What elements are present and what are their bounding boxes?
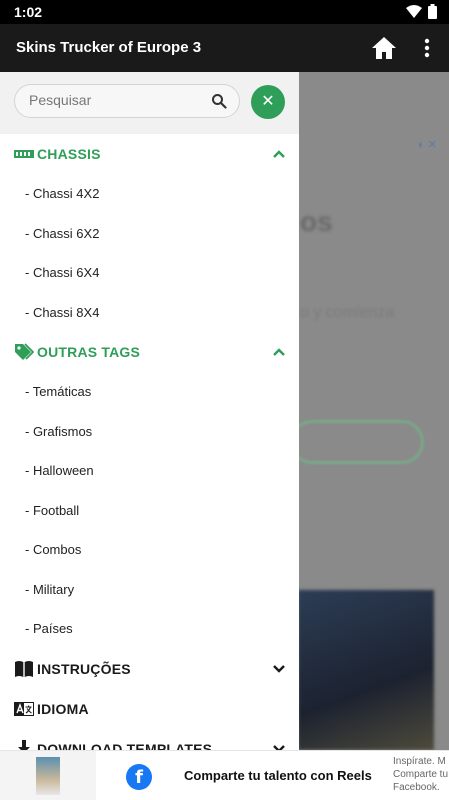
background-image bbox=[298, 590, 434, 750]
search-input[interactable] bbox=[29, 92, 199, 108]
menu-item-label: - Temáticas bbox=[25, 384, 92, 399]
app-title: Skins Trucker of Europe 3 bbox=[16, 39, 202, 56]
menu-item-label: - Chassi 4X2 bbox=[25, 186, 100, 201]
menu-item-label: - Chassi 6X4 bbox=[25, 265, 100, 280]
drawer-header: ✕ bbox=[0, 72, 299, 134]
ad-choices-icon: ◐ ✕ bbox=[418, 139, 437, 151]
menu-item-label: - Combos bbox=[25, 542, 82, 557]
menu-item-paises[interactable]: - Países bbox=[0, 609, 299, 649]
download-icon bbox=[18, 739, 30, 750]
facebook-icon: f bbox=[126, 764, 152, 790]
ad-side-line: Inspírate. M bbox=[393, 756, 446, 767]
section-instrucoes-label: INSTRUÇÕES bbox=[37, 660, 131, 677]
search-icon[interactable] bbox=[211, 93, 227, 109]
section-instrucoes[interactable]: INSTRUÇÕES bbox=[0, 649, 299, 689]
section-chassis[interactable]: CHASSIS bbox=[0, 134, 299, 174]
chevron-up-icon[interactable] bbox=[272, 346, 286, 358]
menu-item-label: - Military bbox=[25, 581, 75, 597]
wifi-icon bbox=[406, 4, 422, 18]
menu-item-grafismos[interactable]: - Grafismos bbox=[0, 412, 299, 452]
menu-item-football[interactable]: - Football bbox=[0, 491, 299, 531]
ad-thumbnail-image bbox=[36, 757, 60, 795]
tags-icon bbox=[15, 343, 34, 360]
battery-icon bbox=[428, 4, 437, 19]
menu-item-label: - Chassi 8X4 bbox=[25, 304, 100, 320]
app-bar: Skins Trucker of Europe 3 bbox=[0, 24, 449, 72]
status-bar: 1:02 bbox=[0, 0, 449, 24]
home-icon[interactable] bbox=[370, 34, 398, 62]
menu-item-label: - Chassi 6X2 bbox=[25, 225, 100, 241]
section-download-templates[interactable]: DOWNLOAD TEMPLATES bbox=[0, 729, 299, 751]
ad-headline: Comparte tu talento con Reels bbox=[184, 768, 372, 783]
ad-side-line: Comparte tu bbox=[393, 769, 449, 780]
menu-item-combos[interactable]: - Combos bbox=[0, 530, 299, 570]
search-box bbox=[14, 84, 240, 118]
section-chassis-label: CHASSIS bbox=[37, 146, 101, 162]
close-drawer-button[interactable]: ✕ bbox=[251, 85, 285, 119]
status-icons bbox=[406, 4, 437, 19]
menu-item-halloween[interactable]: - Halloween bbox=[0, 451, 299, 491]
menu-item-label: - Football bbox=[25, 502, 80, 518]
chevron-down-icon[interactable] bbox=[272, 743, 286, 751]
menu-item-chassi-8x4[interactable]: - Chassi 8X4 bbox=[0, 293, 299, 333]
menu-item-military[interactable]: - Military bbox=[0, 570, 299, 610]
menu-item-chassi-6x4[interactable]: - Chassi 6X4 bbox=[0, 253, 299, 293]
menu-item-chassi-4x2[interactable]: - Chassi 4X2 bbox=[0, 174, 299, 214]
section-idioma[interactable]: IDIOMA bbox=[0, 689, 299, 729]
ad-side-line: Facebook. bbox=[393, 782, 440, 793]
ad-banner[interactable]: f Comparte tu talento con Reels Inspírat… bbox=[0, 750, 449, 800]
chevron-up-icon[interactable] bbox=[272, 148, 286, 160]
background-heading: os bbox=[300, 206, 333, 237]
menu-item-label: - Grafismos bbox=[25, 423, 93, 439]
chevron-down-icon[interactable] bbox=[272, 663, 286, 675]
section-outras-tags-label: OUTRAS TAGS bbox=[37, 344, 141, 360]
navigation-drawer: ✕ CHASSIS - Chassi 4X2 - Chassi 6X2 - Ch… bbox=[0, 72, 299, 750]
background-button bbox=[290, 420, 424, 464]
menu-item-label: - Países bbox=[25, 621, 73, 636]
menu-item-tematicas[interactable]: - Temáticas bbox=[0, 372, 299, 412]
status-time: 1:02 bbox=[14, 4, 43, 20]
section-idioma-label: IDIOMA bbox=[37, 700, 89, 717]
section-download-label: DOWNLOAD TEMPLATES bbox=[37, 740, 213, 751]
section-outras-tags[interactable]: OUTRAS TAGS bbox=[0, 332, 299, 372]
background-text: o y comienza bbox=[300, 304, 395, 321]
more-vert-icon[interactable] bbox=[415, 36, 439, 60]
book-icon bbox=[15, 660, 33, 677]
menu-item-label: - Halloween bbox=[25, 463, 94, 478]
ad-side-text: Inspírate. M Comparte tu Facebook. bbox=[393, 755, 448, 794]
chassis-icon bbox=[14, 150, 34, 158]
menu-item-chassi-6x2[interactable]: - Chassi 6X2 bbox=[0, 214, 299, 254]
language-icon bbox=[14, 701, 34, 716]
